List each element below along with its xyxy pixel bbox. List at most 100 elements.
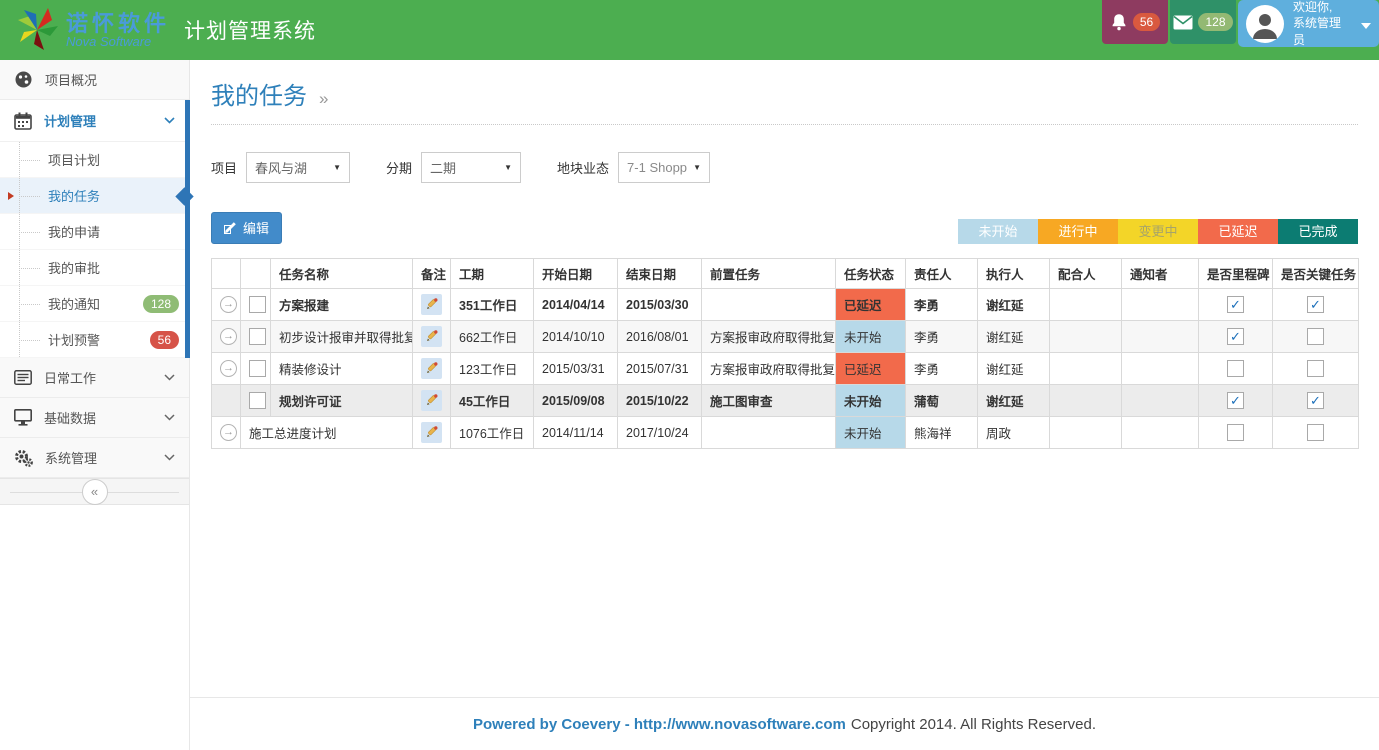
key-task-checkbox[interactable]: ✓ xyxy=(1307,296,1324,313)
sidebar-group-system[interactable]: 系统管理 xyxy=(0,438,189,478)
sidebar-item-project-plan[interactable]: 项目计划 xyxy=(0,142,189,178)
envelope-icon xyxy=(1173,15,1193,30)
legend-delayed: 已延迟 xyxy=(1198,219,1278,244)
project-select[interactable]: 春风与湖 ▼ xyxy=(246,152,350,183)
messages-button[interactable]: 128 xyxy=(1170,0,1236,44)
user-avatar-icon xyxy=(1250,9,1280,39)
status-cell: 未开始 xyxy=(836,321,906,353)
row-select-checkbox[interactable]: ✓ xyxy=(249,392,266,409)
table-row: ✓ 规划许可证 45工作日 2015/09/08 2015/10/22 施工图审… xyxy=(212,385,1359,417)
main-content: 我的任务 » 项目 春风与湖 ▼ 分期 二期 ▼ 地块业态 7-1 Shopp … xyxy=(190,60,1379,750)
powered-by-link[interactable]: Powered by Coevery - http://www.novasoft… xyxy=(473,716,846,733)
sidebar: 项目概况 计划管理 项目计划 我的任务 我的申请 我的审批 xyxy=(0,60,190,750)
page-footer: Powered by Coevery - http://www.novasoft… xyxy=(190,697,1379,750)
title-divider xyxy=(211,124,1358,125)
note-edit-icon[interactable] xyxy=(421,422,442,443)
sidebar-group-base-data[interactable]: 基础数据 xyxy=(0,398,189,438)
edit-pencil-icon xyxy=(224,221,237,234)
expand-row-icon[interactable]: → xyxy=(220,328,237,345)
key-task-checkbox[interactable]: ✓ xyxy=(1307,360,1324,377)
select-caret-icon: ▼ xyxy=(504,163,512,172)
col-status: 任务状态 xyxy=(836,259,906,289)
plan-submenu: 项目计划 我的任务 我的申请 我的审批 我的通知 128 计划预警 56 xyxy=(0,142,189,358)
page-title: 我的任务 xyxy=(211,76,307,111)
chevron-down-icon xyxy=(164,414,175,421)
sidebar-group-daily-work[interactable]: 日常工作 xyxy=(0,358,189,398)
sidebar-item-my-tasks[interactable]: 我的任务 xyxy=(0,178,189,214)
col-predecessor: 前置任务 xyxy=(702,259,836,289)
sidebar-collapse-row: « xyxy=(0,478,189,505)
expand-row-icon[interactable]: → xyxy=(220,360,237,377)
note-edit-icon[interactable] xyxy=(421,390,442,411)
task-name-cell: 精装修设计 xyxy=(271,353,413,385)
sidebar-item-plan-alerts[interactable]: 计划预警 56 xyxy=(0,322,189,358)
alerts-count-badge: 56 xyxy=(150,331,179,349)
monitor-icon xyxy=(14,409,32,426)
task-name-cell: 方案报建 xyxy=(271,289,413,321)
expand-row-icon[interactable]: → xyxy=(220,296,237,313)
expand-row-icon[interactable]: → xyxy=(220,424,237,441)
task-name-cell: 施工总进度计划 xyxy=(241,417,413,449)
chevron-down-icon xyxy=(164,117,175,124)
col-milestone: 是否里程碑 xyxy=(1199,259,1273,289)
edit-button[interactable]: 编辑 xyxy=(211,212,282,244)
col-task-name: 任务名称 xyxy=(271,259,413,289)
key-task-checkbox[interactable]: ✓ xyxy=(1307,328,1324,345)
select-caret-icon: ▼ xyxy=(333,163,341,172)
parcel-select[interactable]: 7-1 Shopp ▼ xyxy=(618,152,710,183)
legend-completed: 已完成 xyxy=(1278,219,1358,244)
sidebar-item-my-requests[interactable]: 我的申请 xyxy=(0,214,189,250)
col-notifier: 通知者 xyxy=(1122,259,1199,289)
collapse-sidebar-icon[interactable]: « xyxy=(82,479,108,505)
milestone-checkbox[interactable]: ✓ xyxy=(1227,392,1244,409)
brand-name-en: Nova Software xyxy=(66,35,170,49)
phase-select[interactable]: 二期 ▼ xyxy=(421,152,521,183)
col-assistant: 配合人 xyxy=(1050,259,1122,289)
notifications-count-badge: 56 xyxy=(1133,13,1160,31)
note-edit-icon[interactable] xyxy=(421,326,442,347)
bell-icon xyxy=(1110,13,1128,32)
milestone-checkbox[interactable]: ✓ xyxy=(1227,424,1244,441)
notifications-button[interactable]: 56 xyxy=(1102,0,1168,44)
note-edit-icon[interactable] xyxy=(421,294,442,315)
sidebar-item-label: 项目概况 xyxy=(45,70,97,89)
milestone-checkbox[interactable]: ✓ xyxy=(1227,296,1244,313)
col-note: 备注 xyxy=(413,259,451,289)
key-task-checkbox[interactable]: ✓ xyxy=(1307,424,1324,441)
row-select-checkbox[interactable]: ✓ xyxy=(249,328,266,345)
milestone-checkbox[interactable]: ✓ xyxy=(1227,328,1244,345)
tasks-table: 任务名称 备注 工期 开始日期 结束日期 前置任务 任务状态 责任人 执行人 配… xyxy=(211,258,1359,449)
note-edit-icon[interactable] xyxy=(421,358,442,379)
col-end-date: 结束日期 xyxy=(618,259,702,289)
active-marker-icon xyxy=(8,192,14,200)
calendar-icon xyxy=(14,112,32,130)
status-cell: 未开始 xyxy=(836,417,906,449)
col-executor: 执行人 xyxy=(978,259,1050,289)
chevron-down-icon xyxy=(164,374,175,381)
table-row: → 施工总进度计划 1076工作日 2014/11/14 2017/10/24 … xyxy=(212,417,1359,449)
row-select-checkbox[interactable]: ✓ xyxy=(249,296,266,313)
table-row: → ✓ 精装修设计 123工作日 2015/03/31 2015/07/31 方… xyxy=(212,353,1359,385)
milestone-checkbox[interactable]: ✓ xyxy=(1227,360,1244,377)
sidebar-group-plan[interactable]: 计划管理 xyxy=(0,100,189,142)
sidebar-item-my-approvals[interactable]: 我的审批 xyxy=(0,250,189,286)
notices-count-badge: 128 xyxy=(143,295,179,313)
welcome-text: 欢迎你, 系统管理员 xyxy=(1293,0,1352,48)
legend-in-progress: 进行中 xyxy=(1038,219,1118,244)
status-legend: 未开始 进行中 变更中 已延迟 已完成 xyxy=(958,219,1358,244)
task-name-cell: 规划许可证 xyxy=(271,385,413,417)
sidebar-item-overview[interactable]: 项目概况 xyxy=(0,60,189,100)
parcel-filter-label: 地块业态 xyxy=(557,158,609,177)
user-menu-button[interactable]: 欢迎你, 系统管理员 xyxy=(1238,0,1379,47)
project-filter-label: 项目 xyxy=(211,158,237,177)
row-select-checkbox[interactable]: ✓ xyxy=(249,360,266,377)
phase-filter-label: 分期 xyxy=(386,158,412,177)
breadcrumb-arrow-icon: » xyxy=(319,89,328,109)
list-icon xyxy=(14,370,32,385)
legend-not-started: 未开始 xyxy=(958,219,1038,244)
user-avatar xyxy=(1246,5,1284,43)
user-caret-down-icon xyxy=(1361,23,1371,29)
sidebar-item-my-notices[interactable]: 我的通知 128 xyxy=(0,286,189,322)
toolbar: 编辑 未开始 进行中 变更中 已延迟 已完成 xyxy=(211,212,1358,244)
key-task-checkbox[interactable]: ✓ xyxy=(1307,392,1324,409)
